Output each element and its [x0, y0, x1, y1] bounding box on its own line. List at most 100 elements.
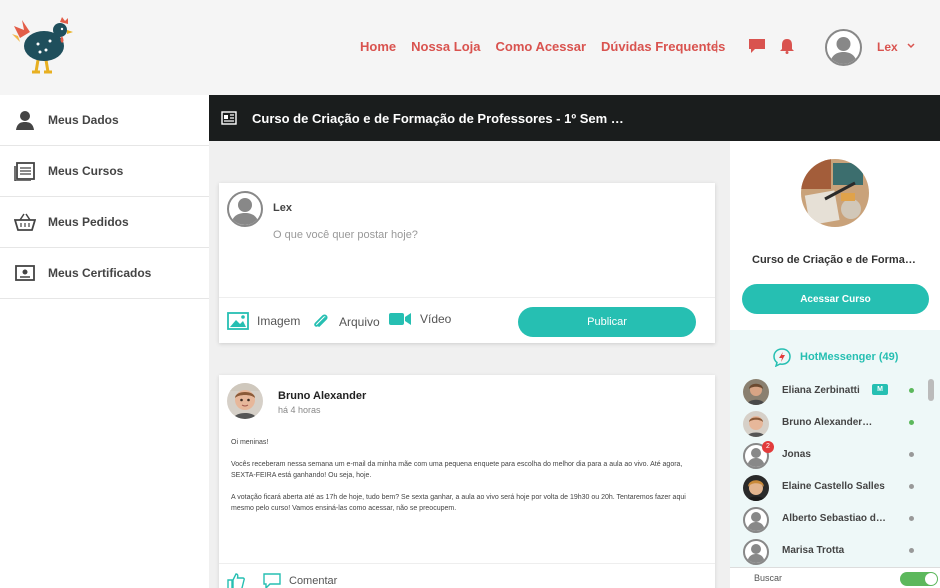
image-label: Imagem: [257, 314, 301, 328]
contact-avatar: [743, 475, 769, 501]
sidebar-item-label: Meus Certificados: [48, 266, 152, 280]
video-camera-icon: [389, 313, 411, 325]
contact-row[interactable]: Marisa Trotta: [730, 535, 940, 567]
post-card: Bruno Alexander há 4 horas Oi meninas! V…: [219, 375, 715, 588]
nav-faq-link[interactable]: Dúvidas Frequentes: [601, 39, 725, 54]
contact-row[interactable]: Elaine Castello Salles: [730, 471, 940, 503]
contact-row[interactable]: 2 Jonas: [730, 439, 940, 471]
contact-row[interactable]: Alberto Sebastiao d…: [730, 503, 940, 535]
course-title-short: Curso de Criação e de Forma…: [752, 254, 916, 266]
contact-row[interactable]: Eliana Zerbinatti M: [730, 375, 940, 407]
post-paragraph: A votação ficará aberta até as 17h de ho…: [231, 494, 686, 512]
contact-name: Elaine Castello Salles: [782, 481, 885, 492]
photo-avatar-icon: [743, 411, 769, 437]
right-panel: Curso de Criação e de Forma… Acessar Cur…: [730, 141, 940, 588]
contact-name: Eliana Zerbinatti: [782, 385, 860, 396]
offline-status-dot: [909, 516, 914, 521]
default-avatar-icon: [747, 512, 765, 531]
thumbs-up-icon[interactable]: [227, 572, 245, 588]
paperclip-icon: [314, 314, 328, 327]
photo-avatar-icon: [743, 379, 769, 405]
unread-count-badge: 2: [762, 441, 774, 453]
post-paragraph: Oi meninas!: [231, 439, 269, 446]
hotmessenger-title: HotMessenger (49): [800, 351, 899, 363]
contact-name: Alberto Sebastiao d…: [782, 513, 886, 524]
video-label: Vídeo: [420, 312, 452, 326]
sidebar-item-label: Meus Dados: [48, 113, 119, 127]
access-course-button[interactable]: Acessar Curso: [742, 284, 929, 314]
mentor-badge: M: [872, 384, 888, 395]
user-name[interactable]: Lex: [877, 40, 898, 54]
user-avatar[interactable]: [825, 29, 862, 66]
post-footer: Comentar: [219, 563, 715, 588]
chevron-down-icon[interactable]: [906, 42, 916, 50]
image-icon: [227, 312, 249, 330]
add-file-button[interactable]: Arquivo: [311, 312, 380, 332]
online-toggle[interactable]: [900, 572, 938, 586]
contact-name: Marisa Trotta: [782, 545, 845, 556]
comment-button[interactable]: Comentar: [263, 573, 337, 588]
online-status-dot: [909, 388, 914, 393]
contact-avatar: [743, 411, 769, 437]
sidebar-item-label: Meus Cursos: [48, 164, 124, 178]
top-header: Home Nossa Loja Como Acessar Dúvidas Fre…: [0, 0, 940, 95]
hotmessenger: HotMessenger (49) Eliana Zerbinatti M Br…: [730, 330, 940, 588]
contact-row[interactable]: Bruno Alexander…: [730, 407, 940, 439]
comment-icon: [263, 573, 281, 588]
contact-list: Eliana Zerbinatti M Bruno Alexander… 2 J…: [730, 375, 940, 567]
post-timestamp: há 4 horas: [278, 405, 321, 415]
contact-search: Buscar: [730, 567, 940, 588]
composer-user-name: Lex: [273, 202, 292, 214]
offline-status-dot: [909, 484, 914, 489]
composer-actions: Imagem Arquivo Vídeo Publicar: [219, 297, 715, 343]
default-avatar-icon: [830, 37, 857, 64]
basket-icon: [14, 213, 36, 231]
contact-list-scrollbar[interactable]: [928, 379, 934, 401]
comment-label: Comentar: [289, 575, 338, 587]
offline-status-dot: [909, 452, 914, 457]
course-title: Curso de Criação e de Formação de Profes…: [252, 110, 624, 126]
search-input[interactable]: Buscar: [754, 573, 782, 583]
post-body: Oi meninas! Vocês receberam nessa semana…: [231, 437, 707, 525]
contact-avatar: [743, 539, 769, 565]
online-status-dot: [909, 420, 914, 425]
rooster-logo-icon[interactable]: [10, 14, 80, 78]
sidebar-item-meus-certificados[interactable]: Meus Certificados: [0, 248, 209, 299]
contact-avatar: [743, 507, 769, 533]
main-nav: Home Nossa Loja Como Acessar Dúvidas Fre…: [360, 39, 725, 54]
feed: Lex O que você quer postar hoje? Imagem …: [209, 141, 730, 588]
file-label: Arquivo: [339, 315, 380, 329]
add-video-button[interactable]: Vídeo: [388, 312, 451, 326]
user-icon: [16, 111, 34, 130]
default-avatar-icon: [747, 544, 765, 563]
contact-name: Bruno Alexander…: [782, 417, 873, 428]
course-title-bar: Curso de Criação e de Formação de Profes…: [209, 95, 940, 141]
nav-home-link[interactable]: Home: [360, 39, 396, 54]
post-input[interactable]: O que você quer postar hoje?: [273, 229, 418, 241]
photo-avatar-icon: [743, 475, 769, 501]
publish-button[interactable]: Publicar: [518, 307, 696, 337]
sidebar-item-meus-dados[interactable]: Meus Dados: [0, 95, 209, 146]
nav-separator: |: [715, 38, 719, 53]
nav-store-link[interactable]: Nossa Loja: [411, 39, 480, 54]
hotmessenger-header: HotMessenger (49): [772, 347, 898, 367]
sidebar-item-meus-cursos[interactable]: Meus Cursos: [0, 146, 209, 197]
course-image-icon: [801, 159, 869, 227]
offline-status-dot: [909, 548, 914, 553]
post-author-name[interactable]: Bruno Alexander: [278, 390, 366, 402]
post-paragraph: Vocês receberam nessa semana um e-mail d…: [231, 461, 683, 479]
contact-avatar: [743, 379, 769, 405]
course-thumbnail[interactable]: [801, 159, 869, 227]
nav-how-to-access-link[interactable]: Como Acessar: [495, 39, 586, 54]
add-image-button[interactable]: Imagem: [227, 312, 300, 330]
sidebar-item-label: Meus Pedidos: [48, 215, 129, 229]
bell-icon[interactable]: [778, 38, 796, 54]
child-photo-icon: [227, 383, 263, 419]
left-sidebar: Meus Dados Meus Cursos Meus Pedidos Meus…: [0, 95, 209, 588]
courses-icon: [14, 162, 35, 181]
sidebar-item-meus-pedidos[interactable]: Meus Pedidos: [0, 197, 209, 248]
composer-avatar: [227, 191, 263, 227]
post-composer: Lex O que você quer postar hoje? Imagem …: [219, 183, 715, 343]
chat-icon[interactable]: [748, 38, 766, 54]
post-author-avatar[interactable]: [227, 383, 263, 419]
